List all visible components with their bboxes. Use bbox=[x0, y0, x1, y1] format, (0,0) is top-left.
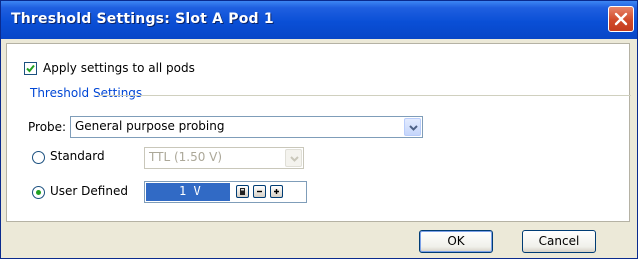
threshold-value: 1 V bbox=[179, 184, 201, 198]
apply-all-checkbox[interactable] bbox=[24, 62, 37, 75]
increment-button[interactable] bbox=[270, 185, 283, 198]
close-button[interactable] bbox=[608, 6, 634, 32]
value-selection-highlight: 1 V bbox=[146, 183, 230, 201]
probe-dropdown-button[interactable] bbox=[404, 118, 421, 136]
checkmark-icon bbox=[26, 64, 35, 73]
standard-select[interactable]: TTL (1.50 V) bbox=[144, 147, 304, 169]
settings-panel: Apply settings to all pods Threshold Set… bbox=[6, 43, 631, 222]
probe-select-value: General purpose probing bbox=[75, 119, 225, 133]
threshold-value-input[interactable]: 1 V bbox=[144, 181, 307, 203]
radio-selected-dot bbox=[36, 190, 41, 195]
threshold-group-title: Threshold Settings bbox=[30, 86, 143, 100]
probe-label: Probe: bbox=[28, 120, 67, 134]
apply-all-label[interactable]: Apply settings to all pods bbox=[43, 61, 195, 75]
decrement-button[interactable] bbox=[253, 185, 266, 198]
chevron-down-icon bbox=[409, 125, 418, 131]
standard-dropdown-button[interactable] bbox=[285, 149, 302, 167]
dialog-client-area: Apply settings to all pods Threshold Set… bbox=[1, 39, 637, 258]
standard-select-value: TTL (1.50 V) bbox=[149, 150, 223, 164]
cancel-button[interactable]: Cancel bbox=[522, 230, 596, 253]
title-bar[interactable]: Threshold Settings: Slot A Pod 1 bbox=[1, 1, 637, 39]
close-icon bbox=[614, 12, 628, 26]
standard-label[interactable]: Standard bbox=[50, 149, 105, 163]
ok-button[interactable]: OK bbox=[419, 230, 493, 253]
chevron-down-icon bbox=[290, 156, 299, 162]
threshold-settings-dialog: Threshold Settings: Slot A Pod 1 Apply s… bbox=[0, 0, 638, 259]
calculator-icon bbox=[240, 188, 245, 195]
calculator-button[interactable] bbox=[236, 185, 249, 198]
standard-radio[interactable] bbox=[32, 151, 45, 164]
window-title: Threshold Settings: Slot A Pod 1 bbox=[11, 11, 274, 27]
user-defined-radio[interactable] bbox=[32, 186, 45, 199]
group-divider bbox=[97, 95, 631, 96]
user-defined-label[interactable]: User Defined bbox=[50, 184, 128, 198]
minus-icon bbox=[257, 190, 262, 193]
probe-select[interactable]: General purpose probing bbox=[70, 116, 423, 138]
plus-icon bbox=[274, 189, 279, 194]
